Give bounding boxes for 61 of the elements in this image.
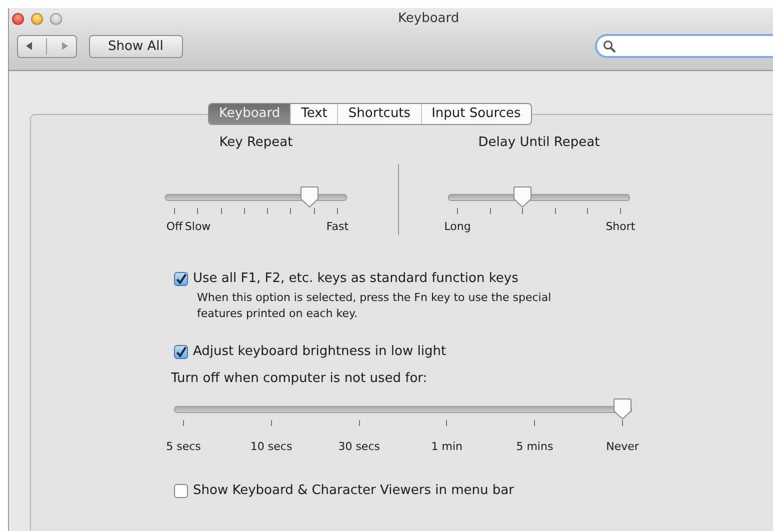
- search-icon: [602, 40, 616, 52]
- tick-label: 10 secs: [250, 440, 292, 453]
- checkbox-label[interactable]: Adjust keyboard brightness in low light: [193, 344, 446, 359]
- tick-mark: [270, 420, 272, 426]
- tick-mark: [290, 208, 292, 214]
- tick-mark: [220, 208, 222, 214]
- search-field[interactable]: [594, 34, 773, 58]
- help-text: When this option is selected, press the Fn key to use the special features printed on each key.: [197, 290, 552, 322]
- tick-mark: [197, 208, 198, 214]
- checkbox[interactable]: [174, 272, 188, 286]
- tick-label: Fast: [326, 220, 349, 233]
- tick-mark: [534, 420, 536, 426]
- checkbox[interactable]: [174, 344, 188, 358]
- tick-label: Slow: [184, 220, 211, 233]
- slider-title: Key Repeat: [218, 135, 294, 150]
- tab[interactable]: Shortcuts: [337, 104, 421, 124]
- tick-mark: [587, 208, 588, 214]
- forward-arrow-icon[interactable]: [60, 41, 70, 51]
- slider-thumb[interactable]: [513, 186, 532, 208]
- tick-label: 5 secs: [166, 440, 201, 453]
- tick-mark: [554, 208, 556, 214]
- tick-label: Short: [606, 220, 636, 233]
- tick-mark: [267, 208, 268, 214]
- minimize-button[interactable]: [31, 13, 43, 25]
- slider-thumb[interactable]: [613, 398, 632, 420]
- tab[interactable]: Text: [290, 104, 338, 124]
- tick-label: 1 min: [431, 440, 463, 453]
- slider-title: Delay Until Repeat: [477, 135, 601, 150]
- tick-label: Never: [606, 440, 639, 453]
- checkbox[interactable]: [174, 484, 188, 498]
- slider-thumb[interactable]: [300, 186, 320, 208]
- slider[interactable]: [448, 186, 630, 208]
- tick-mark: [336, 208, 338, 214]
- show-all-button[interactable]: Show All: [88, 34, 183, 58]
- tick-label: Off: [166, 220, 183, 233]
- tick-mark: [183, 420, 184, 426]
- tick-mark: [622, 420, 623, 426]
- tick-mark: [314, 208, 315, 214]
- tick-mark: [358, 420, 360, 426]
- slider[interactable]: [174, 398, 632, 420]
- caption-label: Turn off when computer is not used for:: [171, 371, 428, 386]
- window-title: Keyboard: [398, 10, 460, 26]
- zoom-button[interactable]: [50, 13, 62, 25]
- tab[interactable]: Keyboard: [209, 104, 290, 124]
- tick-mark: [446, 420, 448, 426]
- tab[interactable]: Input Sources: [420, 104, 531, 124]
- close-button[interactable]: [12, 13, 24, 25]
- back-forward-control[interactable]: [17, 34, 77, 58]
- slider[interactable]: [165, 186, 347, 208]
- tick-label: Long: [444, 220, 471, 233]
- tick-label: 5 mins: [516, 440, 554, 453]
- tick-mark: [174, 208, 175, 214]
- tick-mark: [244, 208, 245, 214]
- checkbox-label[interactable]: Show Keyboard & Character Viewers in menu bar: [193, 483, 514, 498]
- tick-mark: [457, 208, 458, 214]
- tick-mark: [620, 208, 621, 214]
- tick-mark: [490, 208, 491, 214]
- checkbox-label[interactable]: Use all F1, F2, etc. keys as standard function keys: [193, 271, 518, 286]
- tick-label: 30 secs: [338, 440, 380, 453]
- back-arrow-icon[interactable]: [24, 41, 34, 51]
- tick-mark: [522, 208, 524, 214]
